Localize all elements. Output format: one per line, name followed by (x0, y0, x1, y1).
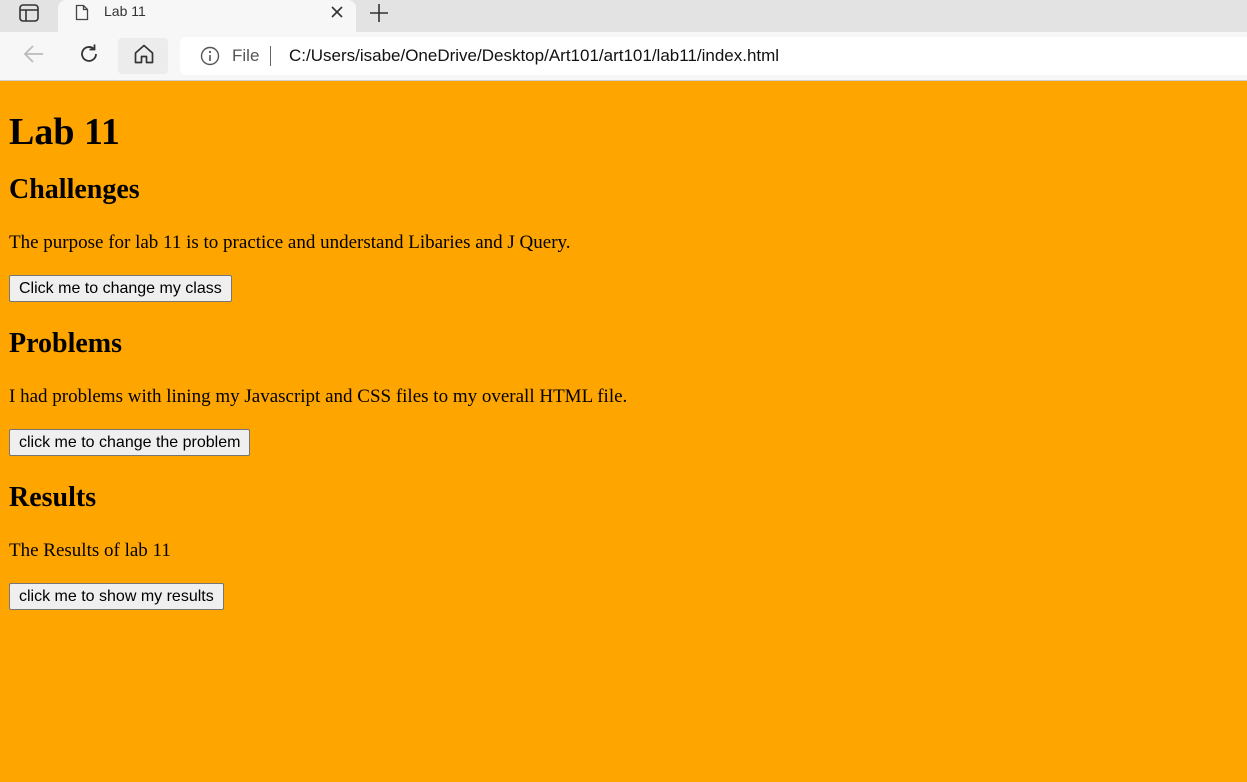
show-results-button[interactable]: click me to show my results (9, 583, 224, 610)
plus-icon[interactable] (369, 3, 389, 23)
page-icon (75, 4, 89, 21)
browser-chrome: Lab 11 File C:/Users/isabe/OneDrive/Desk… (0, 0, 1247, 81)
file-scheme-label: File (232, 46, 260, 65)
page-content: Lab 11 Challenges The purpose for lab 11… (0, 81, 1247, 782)
tab-title: Lab 11 (104, 3, 146, 19)
address-bar[interactable]: File C:/Users/isabe/OneDrive/Desktop/Art… (180, 37, 1247, 75)
url-text[interactable]: C:/Users/isabe/OneDrive/Desktop/Art101/a… (289, 46, 779, 66)
tab-bar: Lab 11 (0, 0, 1247, 34)
section-text-challenges: The purpose for lab 11 is to practice an… (9, 232, 571, 253)
close-icon[interactable] (330, 5, 344, 19)
address-separator (270, 46, 271, 66)
info-icon[interactable] (200, 46, 220, 66)
section-heading-problems: Problems (9, 328, 123, 359)
navigation-toolbar: File C:/Users/isabe/OneDrive/Desktop/Art… (0, 32, 1247, 81)
change-class-button[interactable]: Click me to change my class (9, 275, 232, 302)
section-heading-challenges: Challenges (9, 174, 140, 205)
section-heading-results: Results (9, 482, 97, 513)
change-problem-button[interactable]: click me to change the problem (9, 429, 251, 456)
sidebar-toggle-icon[interactable] (18, 3, 40, 23)
section-text-results: The Results of lab 11 (9, 540, 171, 561)
refresh-icon[interactable] (77, 42, 101, 66)
section-text-problems: I had problems with lining my Javascript… (9, 386, 628, 407)
back-arrow-icon[interactable] (22, 42, 46, 66)
page-title: Lab 11 (9, 111, 120, 153)
tab-lab11[interactable]: Lab 11 (58, 0, 356, 34)
home-icon[interactable] (132, 42, 156, 66)
